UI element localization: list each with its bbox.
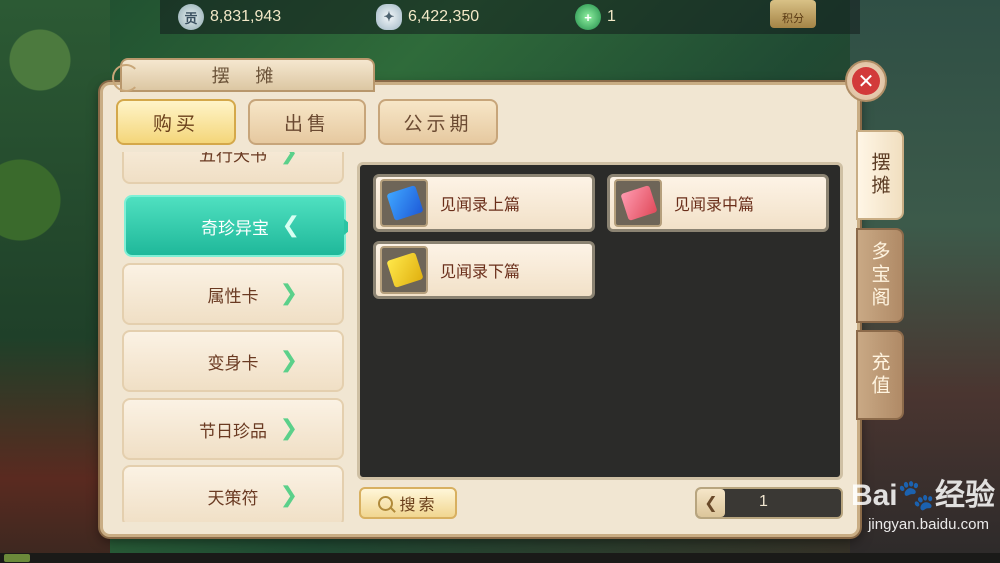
search-icon [378,495,394,511]
game-scene-left [0,0,110,563]
item-thumbnail [380,179,428,227]
chevron-right-icon: ❯ [279,281,298,306]
gong-currency-icon: 贡 [178,4,204,30]
chevron-right-icon: ❯ [279,483,298,508]
book-icon [620,185,658,221]
category-item-festival[interactable]: 节日珍品 ❯ [122,398,344,460]
gong-value: 8,831,943 [210,8,282,25]
tab-buy[interactable]: 购买 [116,99,236,145]
side-tab-recharge[interactable]: 充值 [856,330,904,420]
item-name: 见闻录下篇 [440,262,521,281]
category-list[interactable]: 五行天书 ❯ 奇珍异宝 ❮ 属性卡 ❯ 变身卡 ❯ 节日珍品 ❯ 天策符 ❯ [116,152,348,522]
item-card[interactable]: 见闻录上篇 [373,174,595,232]
close-button[interactable]: ✕ [845,60,887,102]
prev-page-button[interactable]: ❮ [697,489,725,517]
side-tab-treasure-pavilion[interactable]: 多宝阁 [856,228,904,323]
item-thumbnail [380,246,428,294]
bottom-bar [0,553,1000,563]
category-item-tiance[interactable]: 天策符 ❯ [122,465,344,522]
watermark-logo: Bai🐾经验 [850,479,995,512]
tab-sell[interactable]: 出售 [248,99,366,145]
category-label: 变身卡 [207,353,259,374]
item-card[interactable]: 见闻录下篇 [373,241,595,299]
category-item-attribute-card[interactable]: 属性卡 ❯ [122,263,344,325]
silver-value: 6,422,350 [408,8,480,25]
chevron-right-icon: ❯ [279,416,298,441]
category-label: 五行天书 [199,152,267,166]
jade-coin-icon: + [575,4,601,30]
silver-resource: ✦ 6,422,350 [376,4,480,30]
category-item-transform-card[interactable]: 变身卡 ❯ [122,330,344,392]
item-thumbnail [614,179,662,227]
tab-notice-period[interactable]: 公示期 [378,99,498,145]
category-label: 天策符 [207,488,259,509]
gong-resource: 贡 8,831,943 [178,4,282,30]
item-name: 见闻录中篇 [674,195,755,214]
window-title: 摆 摊 [112,58,375,92]
book-icon [386,185,424,221]
search-button[interactable]: 搜索 [359,487,457,519]
item-card[interactable]: 见闻录中篇 [607,174,829,232]
chevron-right-icon: ❯ [279,348,298,373]
jade-value: 1 [607,8,616,25]
chevron-left-icon: ❮ [281,213,300,238]
silver-ingot-icon: ✦ [376,4,402,30]
side-tab-stall[interactable]: 摆摊 [856,130,904,220]
book-icon [386,252,424,288]
item-name: 见闻录上篇 [440,195,521,214]
category-label: 奇珍异宝 [201,218,269,239]
category-item-wuxing[interactable]: 五行天书 ❯ [122,152,344,184]
category-label: 节日珍品 [199,421,267,442]
category-label: 属性卡 [207,286,259,307]
baidu-watermark: Bai🐾经验 jingyan.baidu.com [745,470,995,550]
score-button[interactable]: 积分 [770,0,816,28]
jade-resource[interactable]: + 1 [575,4,616,30]
chevron-right-icon: ❯ [279,152,298,165]
category-item-treasure[interactable]: 奇珍异宝 ❮ [124,195,348,257]
close-icon: ✕ [852,67,880,95]
watermark-url: jingyan.baidu.com [868,516,989,533]
bottom-indicator [4,554,30,562]
item-grid: 见闻录上篇 见闻录中篇 见闻录下篇 [357,162,843,480]
search-label: 搜索 [399,495,438,514]
